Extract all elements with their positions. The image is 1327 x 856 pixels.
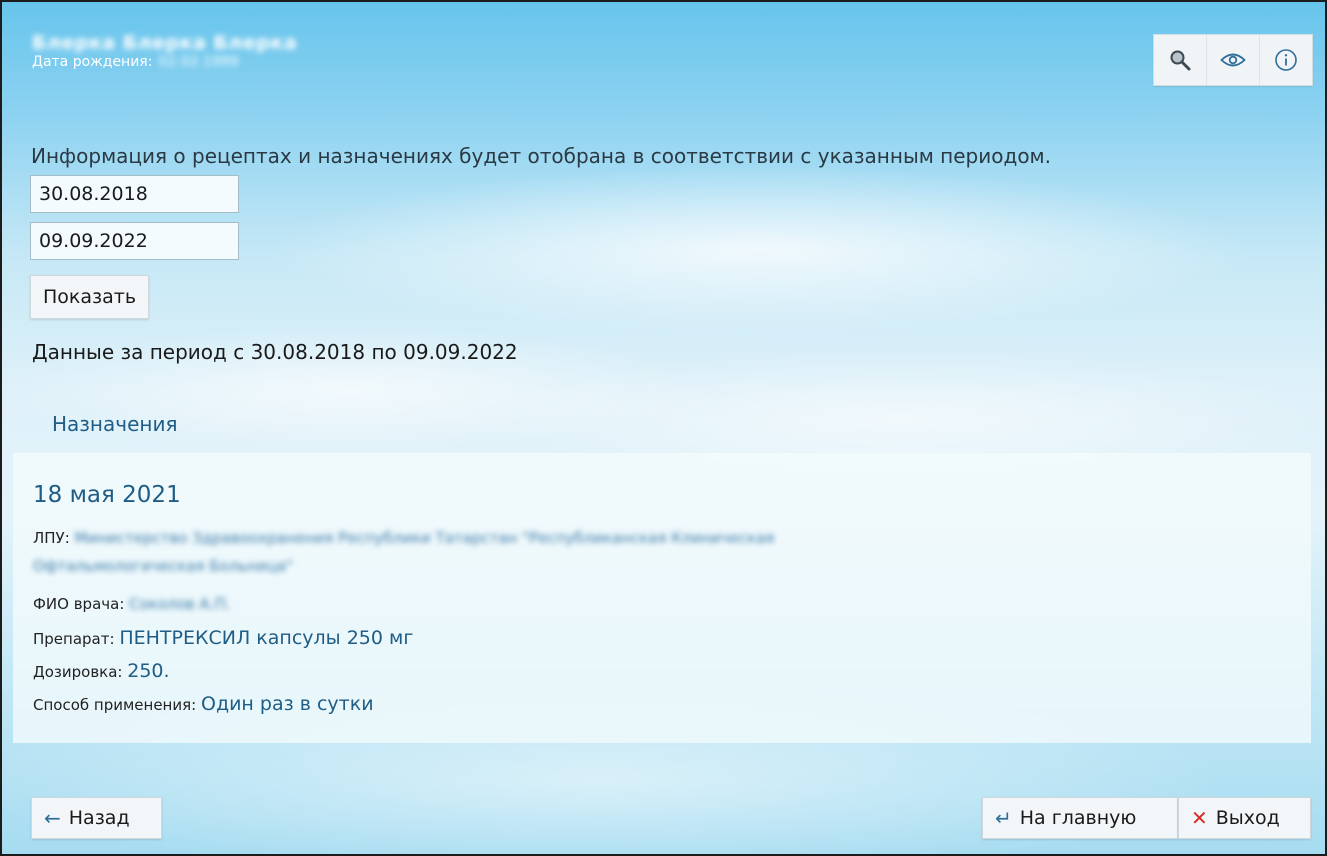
selected-period-text: Данные за период с 30.08.2018 по 09.09.2… — [32, 340, 518, 364]
prescription-card: 18 мая 2021 ЛПУ: Министерство Здравоохра… — [13, 453, 1311, 743]
eye-icon — [1220, 53, 1246, 67]
exit-label: Выход — [1215, 807, 1280, 829]
back-label: Назад — [68, 807, 130, 829]
method-row: Способ применения: Один раз в сутки — [33, 693, 374, 715]
date-of-birth: Дата рождения: 02.02.1999 — [32, 54, 239, 70]
lpu-row: ЛПУ: Министерство Здравоохранения Респуб… — [33, 529, 774, 547]
method-label: Способ применения: — [33, 696, 197, 714]
home-button[interactable]: ↵ На главную — [982, 797, 1178, 839]
doctor-label: ФИО врача: — [33, 595, 125, 613]
method-value: Один раз в сутки — [200, 693, 374, 715]
patient-name: Блерка Блерка Блерка — [32, 32, 298, 54]
dose-label: Дозировка: — [33, 663, 123, 681]
dose-value: 250. — [127, 660, 170, 682]
drug-value: ПЕНТРЕКСИЛ капсулы 250 мг — [119, 627, 414, 649]
back-button[interactable]: ← Назад — [31, 797, 162, 839]
dob-value: 02.02.1999 — [158, 54, 239, 70]
lpu-value-continuation: Офтальмологическая Больница" — [33, 557, 294, 575]
arrow-left-icon: ← — [44, 806, 61, 830]
prescription-date: 18 мая 2021 — [33, 482, 181, 508]
doctor-value: Соколов А.П. — [129, 595, 231, 613]
date-from-input[interactable] — [30, 175, 239, 213]
dose-row: Дозировка: 250. — [33, 660, 170, 682]
lpu-value: Министерство Здравоохранения Республики … — [74, 529, 775, 547]
close-icon: ✕ — [1191, 806, 1208, 830]
dob-label: Дата рождения: — [32, 54, 153, 70]
show-button[interactable]: Показать — [30, 275, 150, 319]
return-arrow-icon: ↵ — [995, 806, 1012, 830]
info-button[interactable] — [1260, 35, 1312, 85]
lpu-row-continuation: Офтальмологическая Больница" — [33, 557, 293, 575]
search-button[interactable] — [1154, 35, 1207, 85]
search-icon — [1170, 50, 1191, 71]
drug-label: Препарат: — [33, 630, 115, 648]
tab-prescriptions[interactable]: Назначения — [52, 412, 178, 436]
home-label: На главную — [1019, 807, 1137, 829]
period-info-text: Информация о рецептах и назначениях буде… — [31, 144, 1051, 168]
lpu-label: ЛПУ: — [33, 529, 70, 547]
visibility-button[interactable] — [1207, 35, 1260, 85]
header-toolbar — [1153, 34, 1313, 86]
drug-row: Препарат: ПЕНТРЕКСИЛ капсулы 250 мг — [33, 627, 413, 649]
date-to-input[interactable] — [30, 222, 239, 260]
info-icon — [1275, 49, 1297, 71]
doctor-row: ФИО врача: Соколов А.П. — [33, 595, 231, 613]
exit-button[interactable]: ✕ Выход — [1178, 797, 1311, 839]
